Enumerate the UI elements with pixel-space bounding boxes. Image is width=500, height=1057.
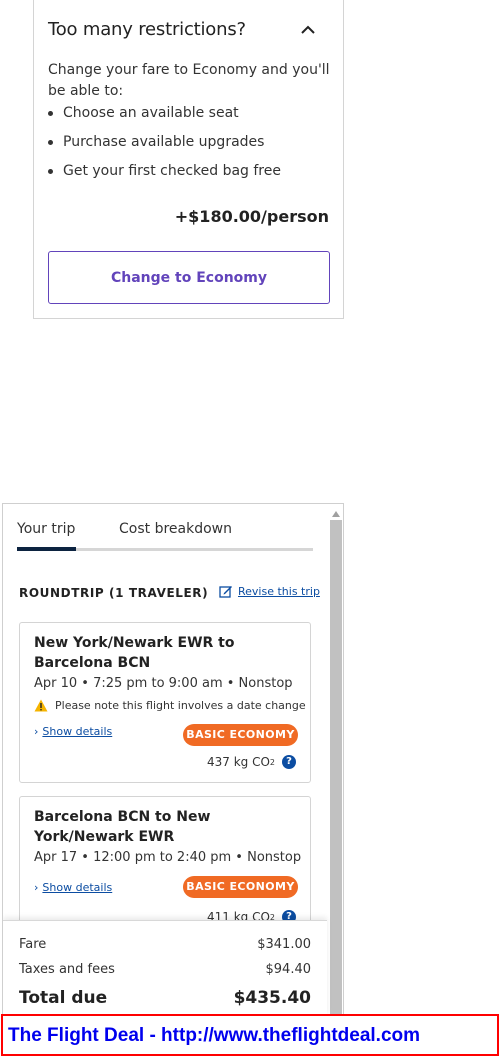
notice-text: Please note this flight involves a date …	[55, 699, 306, 712]
fare-value: $341.00	[257, 937, 311, 952]
chevron-right-icon: ›	[34, 880, 39, 894]
segment-route: New York/Newark EWR to Barcelona BCN	[34, 635, 235, 671]
total-label: Total due	[19, 988, 108, 1008]
watermark-banner: The Flight Deal - http://www.theflightde…	[1, 1014, 499, 1056]
change-to-economy-button[interactable]: Change to Economy	[48, 251, 330, 304]
total-row: Total due $435.40	[19, 988, 311, 1008]
edit-icon	[219, 586, 232, 598]
taxes-value: $94.40	[265, 962, 312, 977]
fare-label: Fare	[19, 937, 47, 952]
taxes-label: Taxes and fees	[19, 962, 115, 977]
tab-cost-breakdown[interactable]: Cost breakdown	[119, 521, 232, 537]
show-details-link[interactable]: › Show details	[34, 725, 112, 738]
total-value: $435.40	[233, 988, 311, 1008]
show-details-label: Show details	[42, 725, 113, 738]
warning-icon	[34, 699, 48, 712]
revise-trip-link[interactable]: Revise this trip	[219, 584, 320, 598]
flight-segment-card: Barcelona BCN to New York/Newark EWR Apr…	[19, 796, 311, 936]
benefit-item: Get your first checked bag free	[48, 159, 338, 188]
banner-link[interactable]: The Flight Deal - http://www.theflightde…	[8, 1025, 420, 1047]
chevron-up-icon[interactable]	[298, 22, 318, 38]
co2-value: 437 kg CO	[206, 755, 270, 769]
fare-row: Fare $341.00	[19, 937, 311, 952]
benefit-item: Purchase available upgrades	[48, 130, 338, 159]
flight-segment-card: New York/Newark EWR to Barcelona BCN Apr…	[19, 622, 311, 783]
upsell-price: +$180.00/person	[174, 207, 329, 226]
trip-tabs: Your trip Cost breakdown	[17, 504, 313, 552]
taxes-row: Taxes and fees $94.40	[19, 962, 311, 977]
trip-heading: ROUNDTRIP (1 TRAVELER)	[19, 586, 209, 600]
date-change-notice: Please note this flight involves a date …	[34, 699, 306, 712]
trip-summary-panel: Your trip Cost breakdown ROUNDTRIP (1 TR…	[2, 503, 344, 1015]
chevron-right-icon: ›	[34, 724, 39, 738]
upsell-description: Change your fare to Economy and you'll b…	[48, 62, 330, 99]
question-icon[interactable]: ?	[282, 755, 296, 769]
scroll-up-icon[interactable]	[331, 510, 341, 518]
upsell-title: Too many restrictions?	[48, 19, 246, 40]
co2-subscript: 2	[269, 757, 275, 767]
fare-class-badge: BASIC ECONOMY	[183, 724, 298, 746]
price-totals: Fare $341.00 Taxes and fees $94.40 Total…	[3, 920, 327, 1014]
benefit-list: Choose an available seat Purchase availa…	[48, 101, 338, 188]
segment-time: Apr 17 • 12:00 pm to 2:40 pm • Nonstop	[34, 850, 302, 865]
segment-time: Apr 10 • 7:25 pm to 9:00 am • Nonstop	[34, 676, 293, 691]
tab-active-indicator	[17, 547, 76, 551]
benefit-item: Choose an available seat	[48, 101, 338, 130]
segment-route: Barcelona BCN to New York/Newark EWR	[34, 809, 211, 845]
revise-trip-label: Revise this trip	[238, 584, 320, 598]
tab-your-trip[interactable]: Your trip	[17, 521, 75, 537]
show-details-link[interactable]: › Show details	[34, 881, 112, 894]
co2-estimate: 437 kg CO 2 ?	[207, 755, 296, 769]
fare-upsell-card: Too many restrictions? Change your fare …	[33, 0, 344, 319]
show-details-label: Show details	[42, 881, 113, 894]
scrollbar[interactable]	[330, 520, 342, 1014]
fare-class-badge: BASIC ECONOMY	[183, 876, 298, 898]
